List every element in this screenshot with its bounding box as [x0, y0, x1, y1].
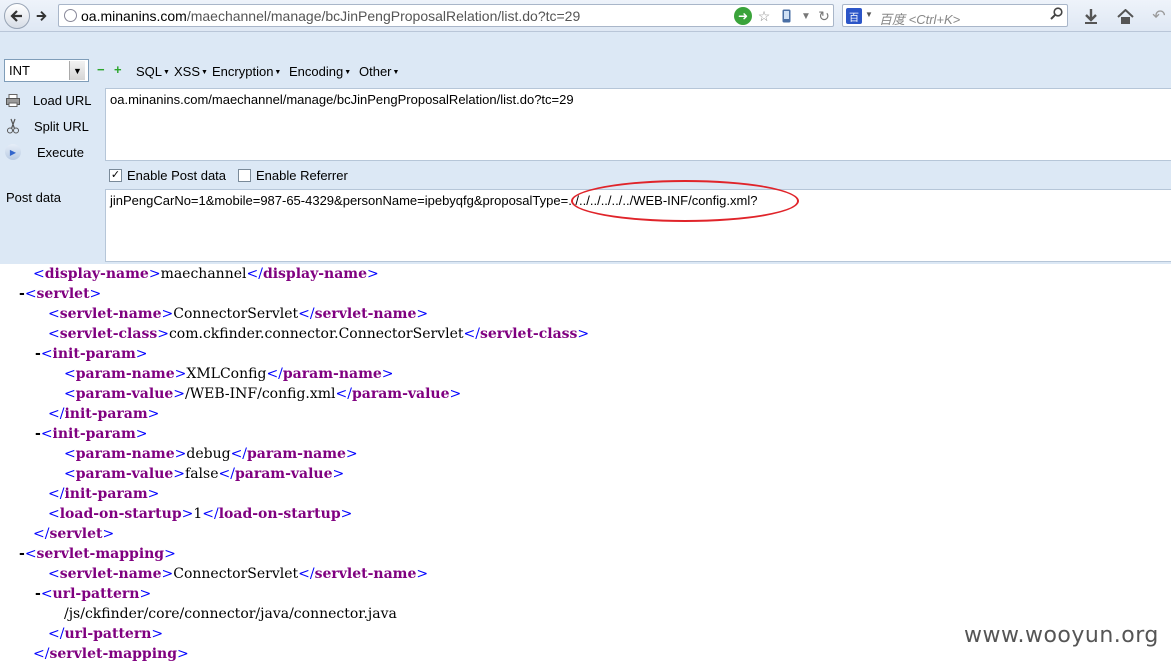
forward-button[interactable]: [30, 3, 52, 29]
split-url-button[interactable]: Split URL: [4, 116, 104, 138]
xml-document-view: <display-name>maechannel</display-name> …: [0, 264, 1171, 666]
address-text: oa.minanins.com/maechannel/manage/bcJinP…: [81, 8, 580, 24]
xml-line: <servlet-class>com.ckfinder.connector.Co…: [48, 326, 590, 342]
post-data-textarea[interactable]: jinPengCarNo=1&mobile=987-65-4329&person…: [105, 189, 1171, 262]
load-url-button[interactable]: Load URL: [4, 90, 104, 112]
printer-icon: [5, 92, 21, 108]
back-button[interactable]: [4, 3, 30, 29]
xml-line: <load-on-startup>1</load-on-startup>: [48, 506, 353, 522]
minus-icon[interactable]: −: [97, 63, 105, 76]
menu-other-label: Other: [359, 64, 392, 79]
menu-xss-label: XSS: [174, 64, 201, 79]
menu-encryption[interactable]: Encryption▼: [212, 64, 281, 79]
xml-line[interactable]: -<init-param>: [35, 344, 148, 364]
xml-text: false: [185, 466, 219, 482]
xml-text: 1: [193, 506, 203, 522]
url-textarea[interactable]: oa.minanins.com/maechannel/manage/bcJinP…: [105, 88, 1171, 161]
menu-sql[interactable]: SQL▼: [136, 64, 170, 79]
split-url-label: Split URL: [34, 119, 89, 134]
address-bar[interactable]: oa.minanins.com/maechannel/manage/bcJinP…: [58, 4, 834, 27]
xml-line: /js/ckfinder/core/connector/java/connect…: [64, 604, 397, 624]
xml-line: </init-param>: [48, 486, 160, 502]
chevron-down-icon: ▼: [201, 69, 208, 77]
post-data-label: Post data: [6, 190, 61, 205]
arrow-right-icon: [36, 11, 47, 21]
phone-icon[interactable]: [777, 7, 795, 25]
menu-encoding-label: Encoding: [289, 64, 344, 79]
xml-line[interactable]: -<servlet-mapping>: [19, 544, 176, 564]
menu-sql-label: SQL: [136, 64, 163, 79]
xml-text: ConnectorServlet: [173, 306, 299, 322]
undo-arrow-icon[interactable]: ↶: [1148, 5, 1170, 27]
xml-line: <param-name>XMLConfig</param-name>: [64, 366, 394, 382]
xml-line: <servlet-name>ConnectorServlet</servlet-…: [48, 306, 429, 322]
play-icon: ▶: [5, 144, 21, 160]
hackbar-panel: INT ▼ − + SQL▼ XSS▼ Encryption▼ Encoding…: [0, 32, 1171, 264]
checkbox-unchecked-icon: [238, 169, 251, 182]
enable-post-label: Enable Post data: [127, 168, 227, 183]
chevron-down-icon: ▼: [163, 69, 170, 77]
xml-line: </servlet>: [33, 526, 115, 542]
menu-xss[interactable]: XSS▼: [174, 64, 208, 79]
watermark: www.wooyun.org: [964, 623, 1159, 648]
arrow-left-icon: [10, 10, 22, 22]
xml-text: com.ckfinder.connector.ConnectorServlet: [168, 326, 464, 342]
xml-line: <param-value>false</param-value>: [64, 466, 345, 482]
xml-text: /WEB-INF/config.xml: [185, 386, 336, 402]
plus-icon[interactable]: +: [114, 63, 122, 76]
menu-encryption-label: Encryption: [212, 64, 274, 79]
xml-line: <param-name>debug</param-name>: [64, 446, 358, 462]
enable-referrer-label: Enable Referrer: [256, 168, 348, 183]
type-select-value: INT: [9, 63, 30, 78]
chevron-down-icon: ▼: [274, 69, 282, 77]
baidu-paw-icon[interactable]: 百: [846, 8, 862, 24]
xml-text: debug: [186, 446, 231, 462]
xml-line[interactable]: -<url-pattern>: [35, 584, 151, 604]
url-host: oa.minanins.com: [81, 8, 187, 24]
type-select[interactable]: INT ▼: [4, 59, 89, 82]
chevron-down-icon: ▼: [392, 69, 400, 77]
execute-button[interactable]: ▶ Execute: [4, 142, 104, 164]
xml-text: /js/ckfinder/core/connector/java/connect…: [64, 606, 397, 622]
search-placeholder: 百度 <Ctrl+K>: [879, 12, 961, 27]
bookmark-star-icon[interactable]: ☆: [755, 7, 773, 25]
xml-line: </init-param>: [48, 406, 160, 422]
hackbar-toolbar: INT ▼ − + SQL▼ XSS▼ Encryption▼ Encoding…: [0, 58, 1171, 84]
go-arrow-icon[interactable]: ➜: [734, 7, 752, 25]
xml-line: <param-value>/WEB-INF/config.xml</param-…: [64, 386, 462, 402]
xml-text: XMLConfig: [186, 366, 267, 382]
chevron-down-icon[interactable]: ▼: [797, 7, 815, 25]
scissors-icon: [5, 118, 21, 134]
chevron-down-icon: ▼: [344, 69, 352, 77]
chevron-down-icon: ▼: [69, 61, 85, 80]
xml-line[interactable]: -<init-param>: [35, 424, 148, 444]
home-icon[interactable]: [1114, 5, 1136, 27]
menu-encoding[interactable]: Encoding▼: [289, 64, 351, 79]
load-url-label: Load URL: [33, 93, 92, 108]
search-bar[interactable]: 百 ▼ 百度 <Ctrl+K>: [842, 4, 1068, 27]
checkbox-checked-icon: ✓: [109, 169, 122, 182]
xml-line: <servlet-name>ConnectorServlet</servlet-…: [48, 566, 429, 582]
reload-icon[interactable]: ↻: [815, 7, 833, 25]
url-path: /maechannel/manage/bcJinPengProposalRela…: [186, 8, 581, 24]
menu-other[interactable]: Other▼: [359, 64, 399, 79]
xml-line: </url-pattern>: [48, 626, 164, 642]
xml-text: ConnectorServlet: [173, 566, 299, 582]
download-icon[interactable]: [1080, 5, 1102, 27]
search-icon[interactable]: [1050, 7, 1063, 23]
chevron-down-icon[interactable]: ▼: [865, 10, 873, 19]
xml-line[interactable]: -<servlet>: [19, 284, 101, 304]
xml-line: <display-name>maechannel</display-name>: [33, 266, 379, 282]
xml-text: maechannel: [160, 266, 247, 282]
xml-line: </servlet-mapping>: [33, 646, 189, 662]
browser-navigation-bar: oa.minanins.com/maechannel/manage/bcJinP…: [0, 0, 1171, 32]
globe-icon: [64, 9, 77, 22]
execute-label: Execute: [37, 145, 84, 160]
